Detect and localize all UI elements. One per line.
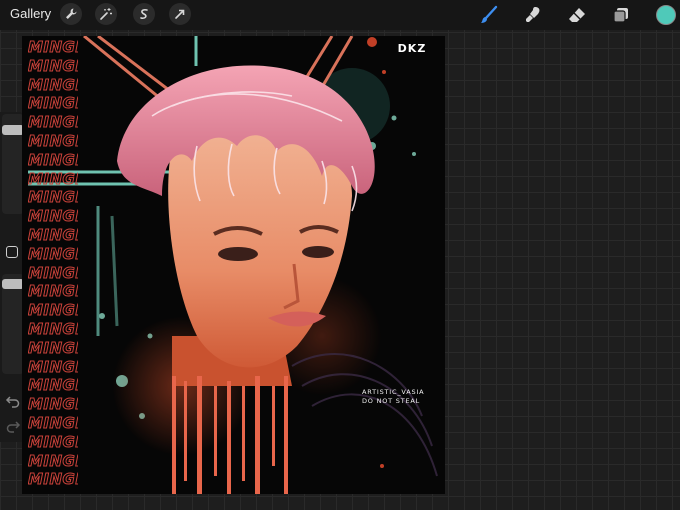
artwork-canvas[interactable]: MINGI MINGI MINGI MINGI MINGI MINGI MINGI MINGI… <box>22 36 445 494</box>
color-picker-button[interactable] <box>656 5 676 25</box>
transform-button[interactable] <box>169 3 191 25</box>
repeated-name-text: MINGI <box>28 395 78 414</box>
selection-icon <box>140 9 148 19</box>
logo-text: DKZ <box>397 42 427 55</box>
adjustments-button[interactable] <box>95 3 117 25</box>
smudge-tool-button[interactable] <box>522 4 544 26</box>
repeated-name-text: MINGI <box>28 207 78 226</box>
repeated-name-text: MINGI <box>28 225 78 244</box>
dkz-logo: DKZ <box>397 42 427 55</box>
artwork-illustration <box>28 36 438 494</box>
repeated-name-text: MINGI <box>28 169 78 188</box>
brush-size-slider[interactable] <box>2 114 24 214</box>
undo-icon <box>5 396 20 408</box>
layers-button[interactable] <box>610 4 632 26</box>
smudge-icon <box>526 7 540 22</box>
opacity-slider[interactable] <box>2 274 24 374</box>
repeated-name-text: MINGI <box>28 282 78 301</box>
transform-arrow-icon <box>175 9 185 19</box>
opacity-slider-thumb[interactable] <box>2 278 24 289</box>
undo-button[interactable] <box>5 393 21 409</box>
repeated-name-text: MINGI <box>28 113 78 132</box>
repeated-name-text: MINGI <box>28 451 78 470</box>
selection-button[interactable] <box>133 3 155 25</box>
repeated-name-text: MINGI <box>28 131 78 150</box>
brush-icon <box>481 5 498 23</box>
wrench-icon <box>66 8 77 19</box>
repeated-name-text: MINGI <box>28 94 78 113</box>
gallery-button[interactable]: Gallery <box>10 6 51 21</box>
repeated-name-text: MINGI <box>28 338 78 357</box>
repeated-name-text: MINGI <box>28 376 78 395</box>
repeated-name-text: MINGI <box>28 56 78 75</box>
eraser-icon <box>569 8 585 22</box>
artist-credit-text: ARTISTIC_VASIA <box>362 388 425 396</box>
brush-tool-button[interactable] <box>478 4 500 26</box>
redo-icon <box>6 421 21 433</box>
repeated-name-text: MINGI <box>28 263 78 282</box>
repeated-name-text: MINGI <box>28 38 78 56</box>
magic-wand-icon <box>100 8 112 20</box>
repeated-name-text: MINGI <box>28 319 78 338</box>
redo-button[interactable] <box>5 418 21 434</box>
repeated-name-text: MINGI <box>28 357 78 376</box>
repeated-name-text: MINGI <box>28 301 78 320</box>
eraser-tool-button[interactable] <box>566 4 588 26</box>
repeated-name-text: MINGI <box>28 150 78 169</box>
actions-button[interactable] <box>60 3 82 25</box>
repeated-name-text: MINGI <box>28 413 78 432</box>
repeated-name-text: MINGI <box>28 432 78 451</box>
repeated-name-column: MINGI MINGI MINGI MINGI MINGI MINGI MINGI MINGI… <box>28 38 78 494</box>
top-toolbar: Gallery <box>0 0 680 30</box>
brush-size-slider-thumb[interactable] <box>2 124 24 135</box>
repeated-name-text: MINGI <box>28 244 78 263</box>
modify-button[interactable] <box>6 246 18 258</box>
do-not-steal-text: DO NOT STEAL <box>362 397 421 405</box>
artist-caption: ARTISTIC_VASIA DO NOT STEAL <box>362 388 442 406</box>
repeated-name-text: MINGI <box>28 188 78 207</box>
layers-icon <box>613 8 628 23</box>
repeated-name-text: MINGI <box>28 470 78 489</box>
repeated-name-text: MINGI <box>28 75 78 94</box>
